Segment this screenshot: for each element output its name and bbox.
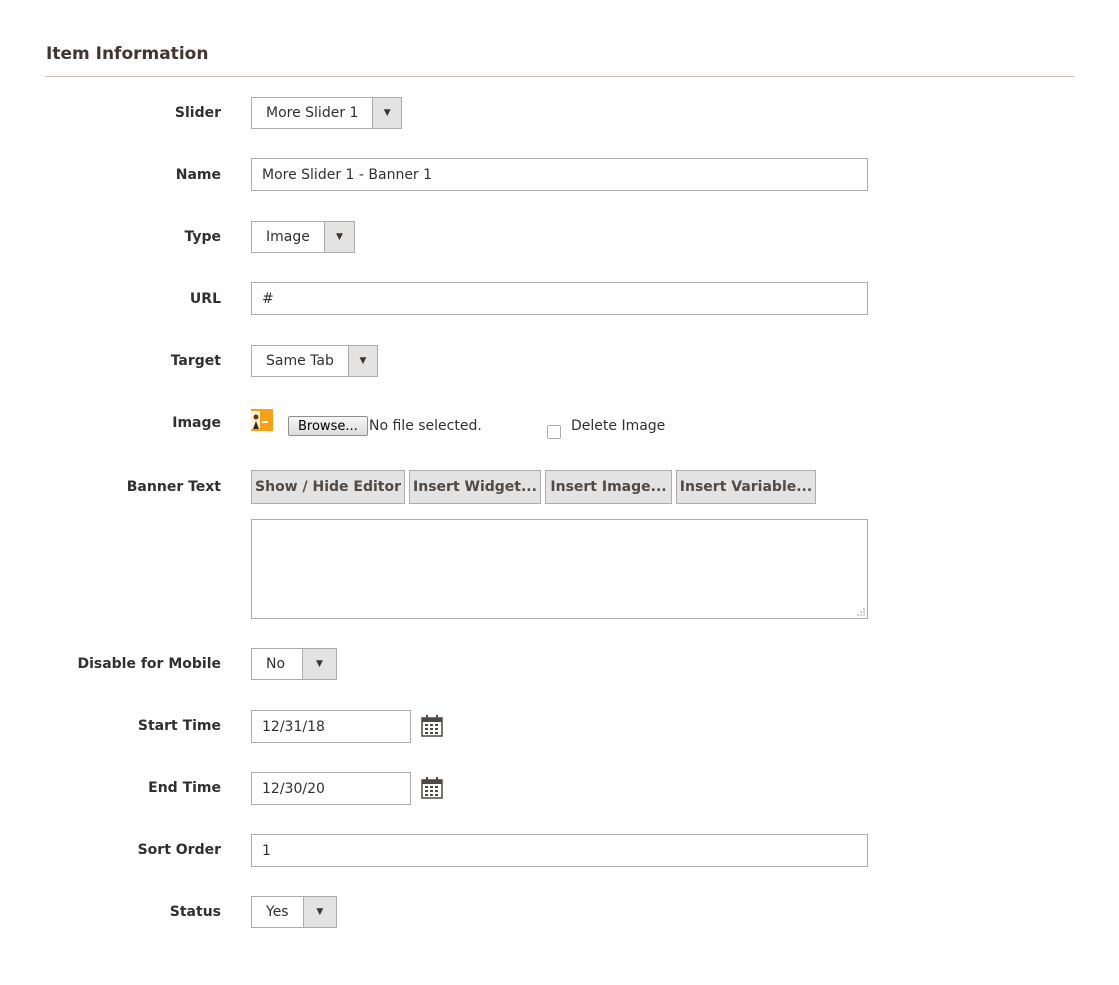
banner-text-label: Banner Text: [126, 479, 221, 495]
name-input[interactable]: More Slider 1 - Banner 1: [251, 158, 868, 191]
chevron-down-icon[interactable]: ▼: [323, 222, 354, 252]
image-label: Image: [172, 415, 221, 431]
insert-image-button[interactable]: Insert Image...: [545, 470, 672, 504]
calendar-icon[interactable]: [421, 715, 443, 737]
target-label: Target: [170, 353, 221, 369]
section-title: Item Information: [46, 44, 209, 64]
disable-mobile-select[interactable]: No ▼: [251, 648, 337, 680]
chevron-down-icon[interactable]: ▼: [347, 346, 377, 376]
banner-text-textarea[interactable]: [251, 519, 868, 619]
type-select[interactable]: Image ▼: [251, 221, 355, 253]
sort-order-input[interactable]: 1: [251, 834, 868, 867]
start-time-label: Start Time: [137, 718, 221, 734]
slider-select-value: More Slider 1: [266, 105, 359, 121]
resize-handle-icon[interactable]: [857, 608, 865, 616]
status-select[interactable]: Yes ▼: [251, 896, 337, 928]
target-select-value: Same Tab: [266, 353, 334, 369]
start-time-input[interactable]: 12/31/18: [251, 710, 411, 743]
slider-select[interactable]: More Slider 1 ▼: [251, 97, 402, 129]
end-time-input[interactable]: 12/30/20: [251, 772, 411, 805]
delete-image-checkbox[interactable]: [547, 425, 561, 439]
section-divider: [45, 76, 1074, 77]
insert-widget-button[interactable]: Insert Widget...: [409, 470, 541, 504]
chevron-down-icon[interactable]: ▼: [302, 649, 336, 679]
sort-order-label: Sort Order: [137, 842, 221, 858]
url-input[interactable]: #: [251, 282, 868, 315]
end-time-label: End Time: [148, 780, 221, 796]
disable-mobile-select-value: No: [266, 656, 286, 672]
disable-mobile-label: Disable for Mobile: [77, 656, 221, 672]
delete-image-label[interactable]: Delete Image: [571, 418, 665, 434]
target-select[interactable]: Same Tab ▼: [251, 345, 378, 377]
type-label: Type: [184, 229, 221, 245]
slider-label: Slider: [174, 105, 221, 121]
insert-variable-button[interactable]: Insert Variable...: [676, 470, 816, 504]
status-label: Status: [169, 904, 221, 920]
url-label: URL: [189, 291, 221, 307]
browse-button[interactable]: Browse...: [288, 416, 368, 436]
image-thumbnail-icon[interactable]: [251, 409, 273, 431]
show-hide-editor-button[interactable]: Show / Hide Editor: [251, 470, 405, 504]
type-select-value: Image: [266, 229, 310, 245]
file-status-text: No file selected.: [369, 418, 482, 434]
chevron-down-icon[interactable]: ▼: [302, 897, 336, 927]
name-label: Name: [175, 167, 221, 183]
calendar-icon[interactable]: [421, 777, 443, 799]
status-select-value: Yes: [266, 904, 289, 920]
chevron-down-icon[interactable]: ▼: [372, 98, 401, 128]
